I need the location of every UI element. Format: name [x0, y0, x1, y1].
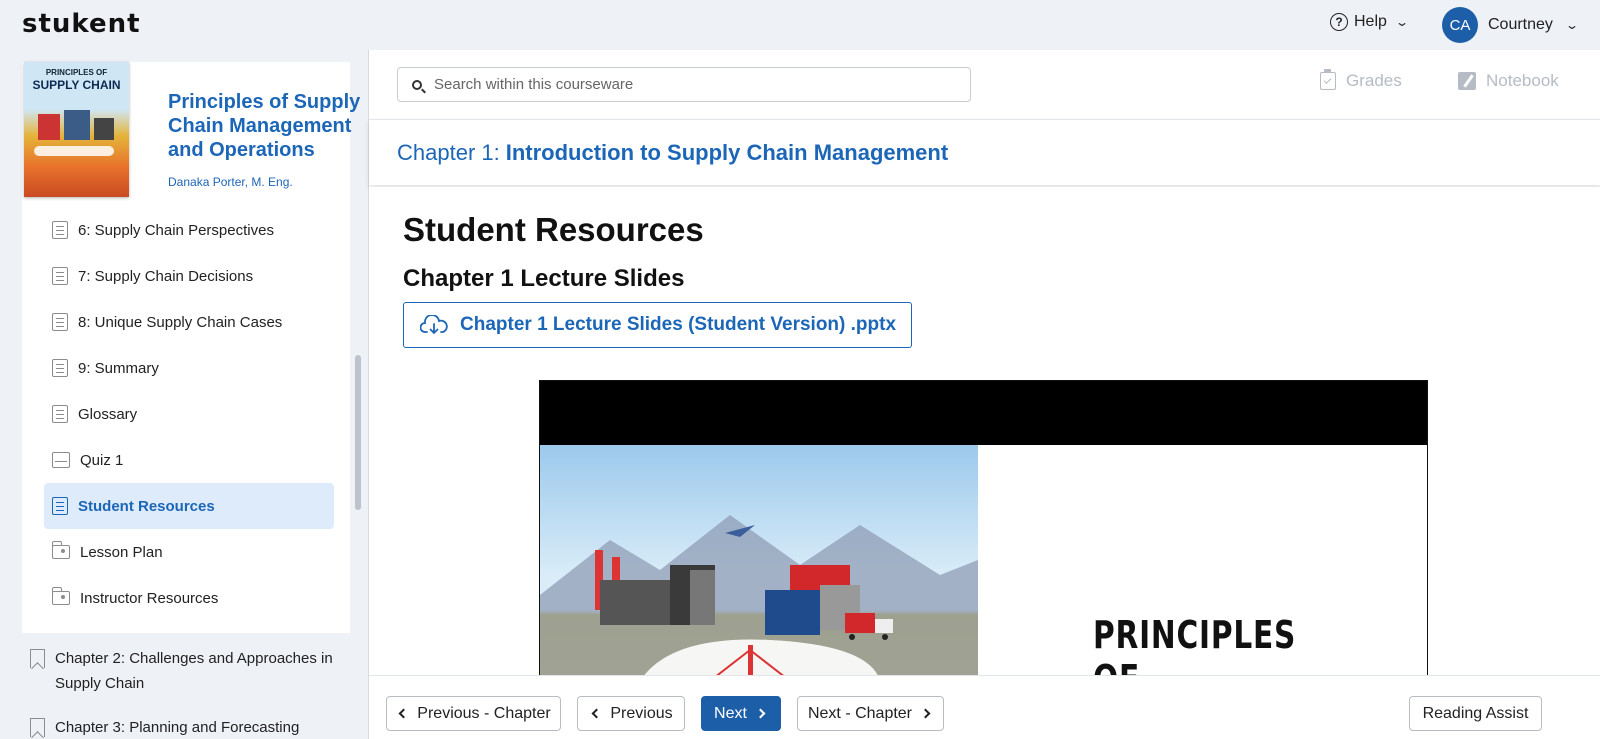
chapter-prefix: Chapter 1: [397, 139, 500, 165]
download-slides-button[interactable]: Chapter 1 Lecture Slides (Student Versio… [403, 302, 912, 348]
bottom-navigation: Previous - Chapter Previous Next Next - … [369, 675, 1600, 739]
cover-line2: SUPPLY CHAIN [32, 78, 121, 92]
toc-item-label: Glossary [78, 405, 138, 423]
chapter-banner: Chapter 1: Introduction to Supply Chain … [369, 119, 1600, 185]
cover-factory [38, 114, 60, 140]
slide-illustration [540, 445, 978, 675]
toc-item-lesson-plan[interactable]: Lesson Plan [44, 529, 334, 575]
chevron-down-icon: ⌄ [1564, 18, 1579, 32]
top-header: stukent ? Help ⌄ CA Courtney ⌄ [0, 0, 1600, 50]
chevron-right-icon [920, 708, 931, 719]
toc-item-label: 6: Supply Chain Perspectives [78, 221, 274, 239]
document-icon [52, 267, 68, 285]
main-content-area: Grades Notebook Chapter 1: Introduction … [368, 50, 1600, 739]
toc-panel: 6: Supply Chain Perspectives 7: Supply C… [22, 221, 350, 633]
book-title: Principles of Supply Chain Management an… [168, 91, 361, 161]
grades-button[interactable]: Grades [1320, 69, 1402, 91]
help-label: Help [1354, 13, 1387, 30]
reading-assist-label: Reading Assist [1422, 704, 1529, 722]
stukent-logo[interactable]: stukent [22, 9, 141, 39]
document-icon [52, 359, 68, 377]
chevron-down-icon: ⌄ [1394, 15, 1409, 29]
toc-item-label: Instructor Resources [80, 589, 219, 607]
next-button[interactable]: Next [701, 696, 781, 731]
slide-header-band [540, 381, 1427, 445]
sidebar-scrollbar[interactable] [355, 355, 361, 510]
search-icon [412, 79, 422, 90]
toc-item-label: 8: Unique Supply Chain Cases [78, 313, 283, 331]
toc-item-label: Quiz 1 [80, 451, 124, 469]
slide-preview: PRINCIPLES OF [539, 380, 1428, 675]
book-card: PRINCIPLES OF SUPPLY CHAIN Principles of… [22, 62, 360, 227]
book-author: Danaka Porter, M. Eng. [168, 175, 293, 189]
document-icon [52, 221, 68, 239]
toc-item-label: 7: Supply Chain Decisions [78, 267, 254, 285]
toc-item-unique-cases[interactable]: 8: Unique Supply Chain Cases [44, 299, 334, 345]
document-icon [52, 497, 68, 515]
cover-containers [64, 110, 90, 140]
notebook-label: Notebook [1486, 71, 1559, 90]
reading-assist-button[interactable]: Reading Assist [1409, 696, 1542, 731]
page-title: Student Resources [403, 211, 704, 248]
chapter-3-label: Chapter 3: Planning and Forecasting [55, 719, 300, 736]
chevron-left-icon [591, 708, 602, 719]
tray-icon [52, 452, 70, 468]
next-label: Next [714, 704, 747, 722]
clipboard-check-icon [1320, 69, 1336, 90]
previous-chapter-label: Previous - Chapter [417, 704, 551, 722]
chevron-right-icon [755, 708, 766, 719]
previous-chapter-button[interactable]: Previous - Chapter [386, 696, 561, 731]
chapter-2-label: Chapter 2: Challenges and Approaches in … [55, 650, 333, 692]
search-bar[interactable] [397, 67, 971, 102]
cover-building [94, 118, 114, 140]
chapter-3-item[interactable]: Chapter 3: Planning and Forecasting [30, 715, 340, 739]
sidebar: PRINCIPLES OF SUPPLY CHAIN Principles of… [0, 50, 368, 739]
download-label: Chapter 1 Lecture Slides (Student Versio… [460, 314, 897, 335]
chevron-left-icon [398, 708, 409, 719]
user-menu[interactable]: CA Courtney ⌄ [1442, 7, 1579, 43]
next-chapter-label: Next - Chapter [807, 704, 913, 722]
toc-item-student-resources[interactable]: Student Resources [44, 483, 334, 529]
folder-user-icon [52, 587, 70, 605]
bookmark-icon [30, 718, 45, 737]
next-chapter-button[interactable]: Next - Chapter [797, 696, 944, 731]
toc-item-label: Student Resources [78, 497, 215, 515]
toc-item-glossary[interactable]: Glossary [44, 391, 334, 437]
toc-item-summary[interactable]: 9: Summary [44, 345, 334, 391]
cover-road [34, 146, 114, 156]
chapter-title: Introduction to Supply Chain Management [505, 139, 949, 165]
toc-item-quiz-1[interactable]: Quiz 1 [44, 437, 334, 483]
cloud-download-icon [420, 315, 448, 335]
notebook-pen-icon [1458, 72, 1476, 90]
chapter-2-item[interactable]: Chapter 2: Challenges and Approaches in … [30, 646, 340, 696]
section-title: Chapter 1 Lecture Slides [403, 265, 685, 292]
help-icon: ? [1330, 13, 1348, 31]
book-cover: PRINCIPLES OF SUPPLY CHAIN [24, 62, 129, 197]
toc-item-supply-chain-perspectives[interactable]: 6: Supply Chain Perspectives [44, 207, 334, 253]
help-menu[interactable]: ? Help ⌄ [1330, 13, 1409, 31]
avatar: CA [1442, 7, 1478, 43]
document-icon [52, 405, 68, 423]
toc-item-label: 9: Summary [78, 359, 159, 377]
grades-label: Grades [1346, 71, 1402, 90]
previous-button[interactable]: Previous [577, 696, 685, 731]
resource-content: Student Resources Chapter 1 Lecture Slid… [369, 187, 1600, 675]
folder-user-icon [52, 541, 70, 559]
cover-line1: PRINCIPLES OF [45, 68, 108, 77]
toc-item-supply-chain-decisions[interactable]: 7: Supply Chain Decisions [44, 253, 334, 299]
search-input[interactable] [434, 76, 934, 93]
bookmark-icon [30, 649, 45, 668]
user-name: Courtney [1488, 16, 1553, 33]
slide-title: PRINCIPLES OF [1093, 613, 1297, 675]
toc-item-instructor-resources[interactable]: Instructor Resources [44, 575, 334, 621]
document-icon [52, 313, 68, 331]
previous-label: Previous [610, 704, 673, 722]
notebook-button[interactable]: Notebook [1458, 71, 1559, 91]
toc-item-label: Lesson Plan [80, 543, 163, 561]
